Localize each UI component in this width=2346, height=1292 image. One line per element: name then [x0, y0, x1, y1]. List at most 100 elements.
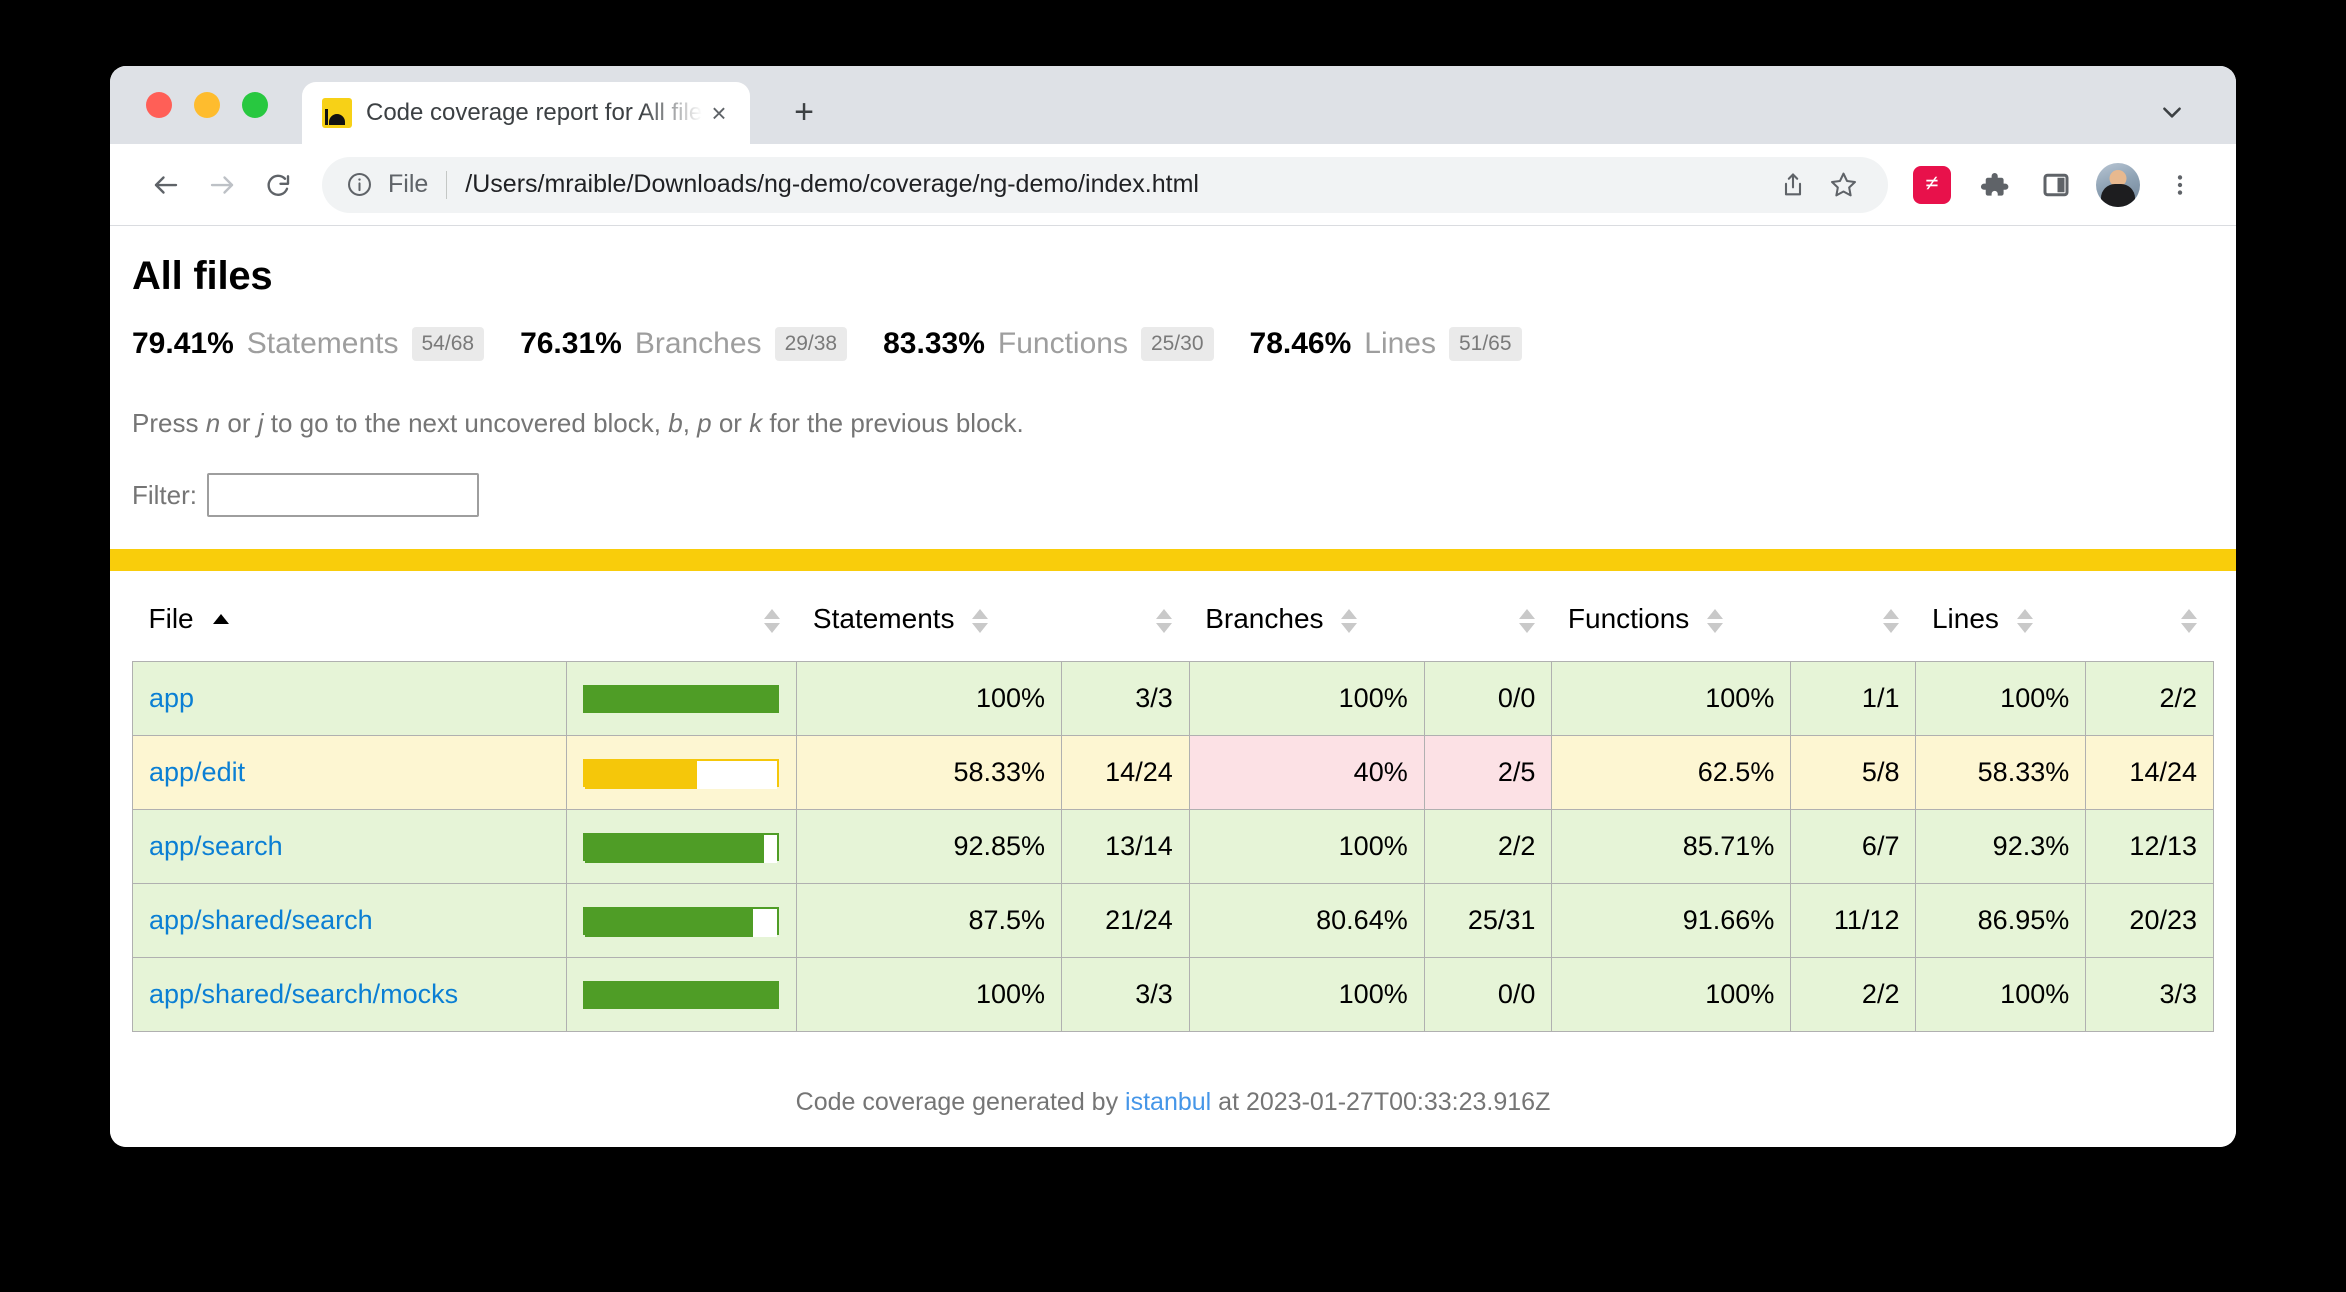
coverage-bar	[583, 981, 779, 1009]
site-info-icon[interactable]	[344, 170, 374, 200]
coverage-bar	[583, 907, 779, 935]
cell-lines-abs: 3/3	[2086, 958, 2214, 1032]
cell-functions-abs: 1/1	[1791, 662, 1916, 736]
share-icon[interactable]	[1770, 162, 1816, 208]
summary-branches-pct: 76.31%	[520, 327, 622, 361]
column-header-file[interactable]: File	[133, 573, 567, 662]
summary-lines: 78.46% Lines 51/65	[1250, 327, 1522, 364]
cell-branches-pct: 80.64%	[1189, 884, 1424, 958]
footer-prefix: Code coverage generated by	[796, 1088, 1125, 1116]
cell-functions-abs: 5/8	[1791, 736, 1916, 810]
sort-indicator-statements-icon[interactable]	[971, 609, 989, 633]
address-bar[interactable]: File /Users/mraible/Downloads/ng-demo/co…	[322, 157, 1888, 213]
table-row[interactable]: app/search92.85%13/14100%2/285.71%6/792.…	[133, 810, 2214, 884]
summary-functions-pct: 83.33%	[883, 327, 985, 361]
bookmark-star-icon[interactable]	[1820, 162, 1866, 208]
summary-lines-label: Lines	[1364, 327, 1436, 361]
tab-strip: Code coverage report for All files × +	[110, 66, 2236, 144]
cell-file: app/shared/search	[133, 884, 567, 958]
coverage-bar	[583, 833, 779, 861]
filter-input[interactable]	[207, 473, 479, 517]
hint-key-k: k	[749, 408, 762, 438]
sort-indicator-lines-abs-icon[interactable]	[2180, 609, 2198, 633]
browser-window: Code coverage report for All files × + F…	[110, 66, 2236, 1147]
forward-icon[interactable]	[194, 157, 250, 213]
algolia-extension-badge: ≠	[1913, 166, 1951, 204]
omnibox-url-text[interactable]: /Users/mraible/Downloads/ng-demo/coverag…	[465, 170, 1199, 199]
column-header-statements-abs[interactable]	[1062, 573, 1190, 662]
file-link[interactable]: app/search	[149, 831, 283, 861]
summary-statements-label: Statements	[247, 327, 399, 361]
cell-branches-abs: 25/31	[1424, 884, 1552, 958]
cell-statements-pct: 87.5%	[797, 884, 1062, 958]
coverage-bar-fill	[583, 981, 779, 1009]
close-window-button[interactable]	[146, 92, 172, 118]
reload-icon[interactable]	[250, 157, 306, 213]
sort-indicator-functions-abs-icon[interactable]	[1882, 609, 1900, 633]
back-icon[interactable]	[138, 157, 194, 213]
coverage-bar-remainder	[753, 909, 777, 937]
cell-functions-abs: 11/12	[1791, 884, 1916, 958]
column-header-lines[interactable]: Lines	[1916, 573, 2086, 662]
column-header-functions-abs[interactable]	[1791, 573, 1916, 662]
table-row[interactable]: app/shared/search/mocks100%3/3100%0/0100…	[133, 958, 2214, 1032]
file-link[interactable]: app/edit	[149, 757, 245, 787]
hint-part2: or	[220, 408, 258, 438]
cell-lines-pct: 100%	[1916, 662, 2086, 736]
cell-statements-abs: 3/3	[1062, 958, 1190, 1032]
sort-indicator-lines-icon[interactable]	[2016, 609, 2034, 633]
close-tab-icon[interactable]: ×	[702, 96, 736, 130]
sort-indicator-branches-abs-icon[interactable]	[1518, 609, 1536, 633]
algolia-extension-icon[interactable]: ≠	[1910, 163, 1954, 207]
column-header-functions[interactable]: Functions	[1552, 573, 1791, 662]
sort-indicator-statements-abs-icon[interactable]	[1155, 609, 1173, 633]
cell-branches-abs: 2/2	[1424, 810, 1552, 884]
cell-statements-abs: 14/24	[1062, 736, 1190, 810]
side-panel-icon[interactable]	[2034, 163, 2078, 207]
cell-statements-abs: 21/24	[1062, 884, 1190, 958]
file-link[interactable]: app/shared/search	[149, 905, 373, 935]
minimize-window-button[interactable]	[194, 92, 220, 118]
chrome-menu-icon[interactable]	[2158, 163, 2202, 207]
cell-statements-pct: 100%	[797, 958, 1062, 1032]
summary-statements-pct: 79.41%	[132, 327, 234, 361]
istanbul-link[interactable]: istanbul	[1125, 1088, 1211, 1116]
browser-tab[interactable]: Code coverage report for All files ×	[302, 82, 750, 144]
coverage-bar	[583, 685, 779, 713]
sort-indicator-coverage-icon[interactable]	[763, 609, 781, 633]
cell-functions-pct: 85.71%	[1552, 810, 1791, 884]
cell-lines-pct: 86.95%	[1916, 884, 2086, 958]
column-header-branches-abs[interactable]	[1424, 573, 1552, 662]
coverage-bar-remainder	[764, 835, 778, 863]
window-traffic-lights	[146, 92, 268, 118]
sort-indicator-branches-icon[interactable]	[1340, 609, 1358, 633]
column-header-lines-abs[interactable]	[2086, 573, 2214, 662]
column-header-coverage-bar[interactable]	[567, 573, 797, 662]
hint-key-b: b	[668, 408, 682, 438]
table-row[interactable]: app/shared/search87.5%21/2480.64%25/3191…	[133, 884, 2214, 958]
column-header-branches[interactable]: Branches	[1189, 573, 1424, 662]
new-tab-button[interactable]: +	[782, 90, 826, 134]
filter-row: Filter:	[110, 439, 2236, 517]
cell-coverage-bar	[567, 884, 797, 958]
maximize-window-button[interactable]	[242, 92, 268, 118]
cell-branches-abs: 2/5	[1424, 736, 1552, 810]
file-link[interactable]: app/shared/search/mocks	[149, 979, 458, 1009]
column-header-statements[interactable]: Statements	[797, 573, 1062, 662]
file-link[interactable]: app	[149, 683, 194, 713]
cell-file: app/search	[133, 810, 567, 884]
cell-lines-pct: 92.3%	[1916, 810, 2086, 884]
cell-file: app	[133, 662, 567, 736]
extensions-puzzle-icon[interactable]	[1972, 163, 2016, 207]
cell-functions-abs: 2/2	[1791, 958, 1916, 1032]
chevron-down-icon[interactable]	[2152, 92, 2192, 132]
table-row[interactable]: app100%3/3100%0/0100%1/1100%2/2	[133, 662, 2214, 736]
table-row[interactable]: app/edit58.33%14/2440%2/562.5%5/858.33%1…	[133, 736, 2214, 810]
cell-coverage-bar	[567, 810, 797, 884]
sort-indicator-file-asc-icon[interactable]	[212, 614, 230, 628]
profile-avatar[interactable]	[2096, 163, 2140, 207]
column-header-lines-label: Lines	[1932, 603, 1999, 634]
sort-indicator-functions-icon[interactable]	[1706, 609, 1724, 633]
hint-key-p: p	[697, 408, 711, 438]
hint-part6: for the previous block.	[762, 408, 1024, 438]
